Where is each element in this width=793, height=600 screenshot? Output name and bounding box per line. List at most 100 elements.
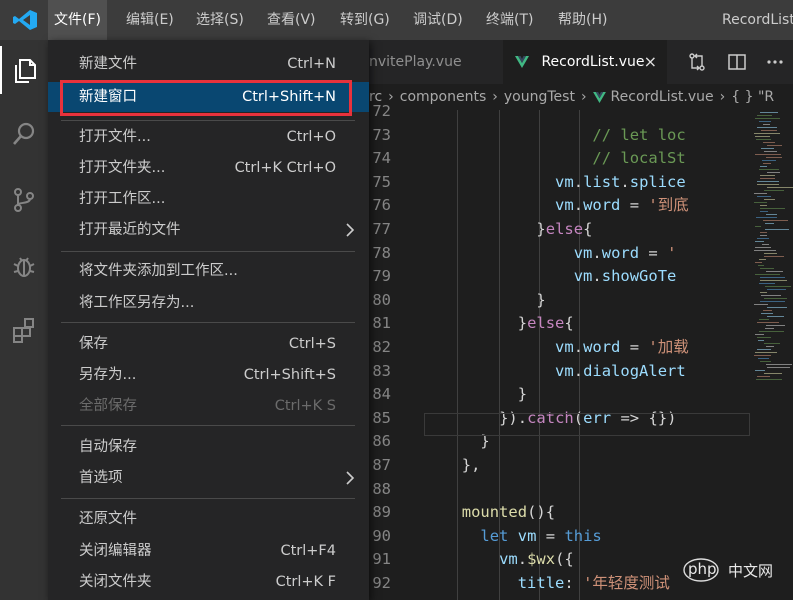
minimap-line [754,193,767,194]
code-line[interactable]: 75 vm.list.splice [369,171,750,195]
search-icon[interactable] [0,110,48,158]
minimap-line [766,325,785,326]
minimap-line [755,247,771,248]
code-text: }else{ [517,314,574,333]
menu-separator [61,322,355,323]
code-line[interactable]: 72 [369,100,750,124]
minimap-line [760,361,771,362]
code-text: } [517,385,528,404]
minimap-line [764,199,775,200]
code-line[interactable]: 87 }, [369,454,750,478]
split-editor-icon[interactable] [727,52,747,72]
minimap-line [755,118,780,119]
menu-item-preferences[interactable]: 首选项 [48,463,369,493]
minimap-line [757,337,771,338]
code-line[interactable]: 84 } [369,383,750,407]
menu-item-save-workspace-as[interactable]: 将工作区另存为... [48,288,369,318]
file-menu-dropdown: 新建文件 Ctrl+N 新建窗口 Ctrl+Shift+N 打开文件... Ctrl+… [48,40,369,600]
minimap-line [759,259,766,260]
minimap-line [765,286,791,287]
code-line[interactable]: 77 }else{ [369,218,750,242]
close-icon[interactable]: × [644,40,657,84]
minimap-line [760,175,775,176]
source-control-icon[interactable] [0,176,48,224]
activity-bar [0,40,48,600]
menu-item-save-as[interactable]: 另存为... Ctrl+Shift+S [48,360,369,390]
code-line[interactable]: 81 }else{ [369,312,750,336]
menu-view[interactable]: 查看(V) [261,0,322,40]
minimap-line [764,373,782,374]
menu-item-open-file[interactable]: 打开文件... Ctrl+O [48,122,369,152]
php-watermark: php 中文网 [683,556,787,584]
code-text: vm.word = '加载 [555,338,689,356]
minimap[interactable] [750,110,793,600]
line-number: 74 [372,149,391,168]
menu-item-new-file[interactable]: 新建文件 Ctrl+N [48,49,369,79]
compare-changes-icon[interactable] [687,52,707,72]
debug-icon[interactable] [0,242,48,290]
minimap-line [754,304,768,305]
menu-item-add-folder-to-workspace[interactable]: 将文件夹添加到工作区... [48,256,369,286]
code-text: }, [461,456,481,474]
tab-recordlist[interactable]: RecordList.vue × [503,40,667,84]
minimap-line [757,184,779,185]
menu-item-open-workspace[interactable]: 打开工作区... [48,184,369,214]
minimap-line [760,205,767,206]
menu-item-save[interactable]: 保存 Ctrl+S [48,329,369,359]
line-number: 87 [372,456,391,474]
menu-bar: 文件(F) 编辑(E) 选择(S) 查看(V) 转到(G) 调试(D) 终端(T… [0,0,793,40]
menu-goto[interactable]: 转到(G) [334,0,396,40]
minimap-line [759,169,779,170]
code-text: vm.list.splice [555,172,686,191]
code-line[interactable]: 79 vm.showGoTe [369,265,750,289]
menu-file[interactable]: 文件(F) [48,0,107,40]
menu-item-close-editor[interactable]: 关闭编辑器 Ctrl+F4 [48,536,369,566]
more-actions-icon[interactable] [765,52,785,72]
minimap-line [757,196,771,197]
menu-edit[interactable]: 编辑(E) [120,0,180,40]
code-line[interactable]: 89 mounted(){ [369,501,750,525]
tab-inviteplay[interactable]: nvitePlay.vue [369,40,497,84]
line-number: 82 [372,338,391,356]
minimap-line [767,172,780,173]
menu-help[interactable]: 帮助(H) [552,0,613,40]
code-line[interactable]: 76 vm.word = '到底 [369,194,750,218]
menu-item-open-recent[interactable]: 打开最近的文件 [48,215,369,245]
menu-item-revert-file[interactable]: 还原文件 [48,504,369,534]
code-line[interactable]: 88 [369,478,750,502]
minimap-line [755,262,762,263]
line-number: 90 [372,526,391,545]
minimap-line [766,364,792,365]
menu-item-open-folder[interactable]: 打开文件夹... Ctrl+K Ctrl+O [48,153,369,183]
minimap-line [757,127,777,128]
code-line[interactable]: 82 vm.word = '加载 [369,336,750,360]
extensions-icon[interactable] [0,306,48,354]
code-editor[interactable]: 72 73 // let loc 74 // localSt 75 vm.list.s… [369,102,750,600]
menu-item-close-folder[interactable]: 关闭文件夹 Ctrl+K F [48,567,369,597]
minimap-line [761,313,773,314]
menu-debug[interactable]: 调试(D) [407,0,469,40]
minimap-line [764,151,777,152]
code-line[interactable]: 73 // let loc [369,124,750,148]
code-text: mounted(){ [461,503,556,522]
explorer-icon[interactable] [0,46,48,94]
code-line[interactable]: 80 } [369,289,750,313]
watermark-text: php [688,560,717,578]
minimap-line [757,115,772,116]
line-number: 76 [372,196,391,215]
minimap-line [766,214,777,215]
code-line[interactable]: 90 let vm = this [369,525,750,549]
minimap-line [767,145,782,146]
minimap-line [764,343,780,344]
menu-selection[interactable]: 选择(S) [190,0,250,40]
menu-item-auto-save[interactable]: 自动保存 [48,432,369,462]
line-number: 80 [372,290,391,309]
code-line[interactable]: 83 vm.dialogAlert [369,360,750,384]
minimap-line [764,190,784,191]
code-line[interactable]: 74 // localSt [369,147,750,171]
menu-terminal[interactable]: 终端(T) [480,0,539,40]
tab-recordlist-label: RecordList.vue [541,54,645,70]
minimap-line [767,289,786,290]
minimap-line [763,124,770,125]
code-line[interactable]: 78 vm.word = ' [369,242,750,266]
